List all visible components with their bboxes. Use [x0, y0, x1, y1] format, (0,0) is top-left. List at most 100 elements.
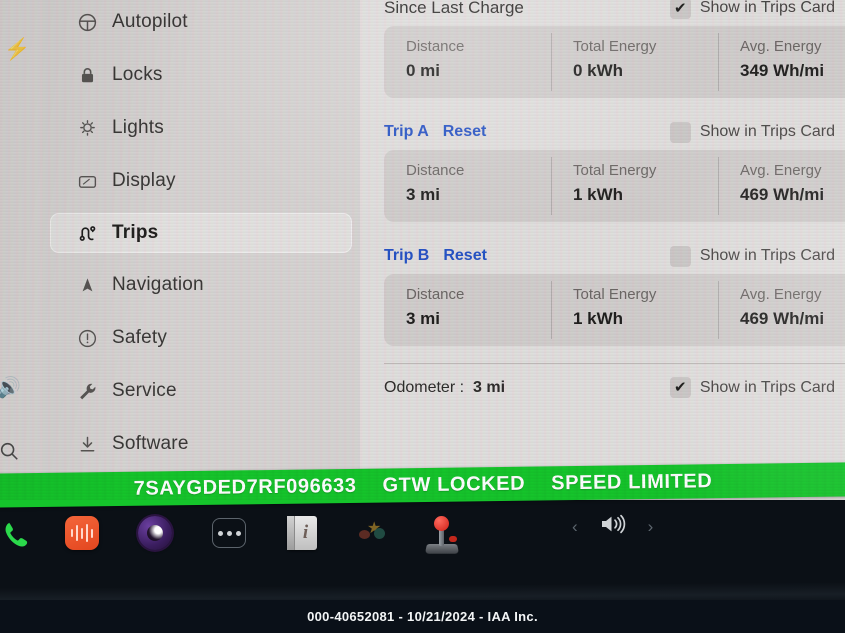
settings-sidebar: Autopilot Locks Lights Display Trips Nav…	[42, 0, 360, 500]
sidebar-item-autopilot[interactable]: Autopilot	[50, 2, 352, 42]
sidebar-item-service[interactable]: Service	[50, 371, 352, 411]
stat-value: 349 Wh/mi	[740, 61, 825, 80]
info-icon[interactable]: i	[282, 513, 322, 553]
auction-caption-bar: 000-40652081 - 10/21/2024 - IAA Inc.	[0, 600, 845, 633]
vin-text: 7SAYGDED7RF096633	[133, 474, 357, 500]
trips-route-icon	[72, 223, 102, 244]
sidebar-item-label: Autopilot	[112, 11, 188, 32]
stat-label: Total Energy	[573, 286, 657, 303]
stat-card-trip-a: Distance 3 mi Total Energy 1 kWh Avg. En…	[384, 150, 845, 222]
sidebar-item-software[interactable]: Software	[50, 424, 352, 464]
arcade-icon[interactable]	[422, 513, 462, 557]
alert-circle-icon	[72, 328, 102, 349]
sidebar-item-navigation[interactable]: Navigation	[50, 265, 352, 305]
lightning-bolt-icon: ⚡	[4, 38, 31, 61]
stat-distance: Distance 0 mi	[384, 26, 551, 98]
stat-value: 3 mi	[406, 309, 441, 328]
stat-label: Total Energy	[573, 38, 657, 55]
stat-label: Total Energy	[573, 162, 657, 179]
stat-label: Distance	[406, 162, 465, 179]
stat-total-energy: Total Energy 1 kWh	[551, 274, 718, 346]
audio-icon[interactable]	[62, 513, 102, 553]
lock-icon	[72, 66, 102, 85]
camera-icon[interactable]	[135, 513, 175, 553]
checkbox-unchecked-icon[interactable]: ✔	[669, 245, 691, 267]
show-in-trips-card-label: Show in Trips Card	[699, 378, 835, 396]
sidebar-item-safety[interactable]: Safety	[50, 318, 352, 358]
navigation-arrow-icon	[72, 276, 102, 295]
caption-text: 000-40652081 - 10/21/2024 - IAA Inc.	[307, 609, 538, 624]
phone-icon[interactable]	[0, 513, 34, 557]
speed-limited-status: SPEED LIMITED	[551, 469, 713, 494]
stat-value: 0 mi	[406, 61, 441, 80]
lightbulb-icon	[72, 118, 102, 139]
stat-value: 1 kWh	[573, 309, 624, 328]
display-icon	[72, 171, 102, 192]
stat-distance: Distance 3 mi	[384, 150, 551, 222]
show-in-trips-card-label: Show in Trips Card	[699, 0, 835, 16]
stat-label: Avg. Energy	[740, 286, 822, 303]
waveform-icon	[70, 524, 94, 542]
stat-total-energy: Total Energy 0 kWh	[551, 26, 718, 98]
section-header-trip-b: Trip B Reset ✔ Show in Trips Card	[384, 244, 845, 268]
trip-b-reset-button[interactable]: Reset	[443, 247, 487, 265]
sidebar-item-label: Display	[112, 170, 176, 191]
section-header-since-last-charge: Since Last Charge ✔ Show in Trips Card	[384, 0, 845, 20]
checkbox-checked-icon[interactable]: ✔	[669, 0, 691, 19]
wrench-icon	[72, 381, 102, 402]
vehicle-touchscreen: ⚡ 🔊 Autopilot Locks Lights Display Trips…	[0, 0, 845, 500]
sidebar-item-label: Lights	[112, 117, 164, 138]
checkbox-checked-icon[interactable]: ✔	[669, 377, 691, 398]
stat-label: Distance	[406, 286, 465, 303]
stat-value: 3 mi	[406, 185, 441, 204]
stat-avg-energy: Avg. Energy 349 Wh/mi	[718, 26, 845, 98]
sidebar-item-display[interactable]: Display	[50, 161, 352, 201]
stat-value: 469 Wh/mi	[740, 309, 825, 328]
trips-panel: Since Last Charge ✔ Show in Trips Card D…	[360, 0, 845, 500]
stat-distance: Distance 3 mi	[384, 274, 551, 346]
checkbox-unchecked-icon[interactable]: ✔	[669, 121, 691, 143]
sidebar-item-label: Service	[112, 380, 177, 401]
speaker-icon[interactable]	[598, 512, 628, 541]
download-icon	[72, 434, 102, 455]
stat-card-since-last-charge: Distance 0 mi Total Energy 0 kWh Avg. En…	[384, 26, 845, 98]
stat-value: 1 kWh	[573, 185, 624, 204]
sidebar-item-lights[interactable]: Lights	[50, 108, 352, 148]
search-icon[interactable]	[0, 440, 20, 468]
sidebar-item-label: Navigation	[112, 274, 204, 295]
show-in-trips-card-label: Show in Trips Card	[699, 247, 835, 264]
stat-avg-energy: Avg. Energy 469 Wh/mi	[718, 274, 845, 346]
gtw-locked-status: GTW LOCKED	[382, 472, 526, 497]
more-icon[interactable]	[209, 513, 249, 553]
toybox-icon[interactable]: ★	[354, 513, 394, 553]
chevron-left-icon[interactable]: ‹	[572, 517, 578, 537]
sidebar-item-trips[interactable]: Trips	[50, 213, 352, 253]
sidebar-item-label: Software	[112, 433, 189, 454]
show-in-trips-card-toggle[interactable]: ✔ Show in Trips Card	[669, 121, 835, 143]
stat-total-energy: Total Energy 1 kWh	[551, 150, 718, 222]
sidebar-item-locks[interactable]: Locks	[50, 55, 352, 95]
stat-value: 0 kWh	[573, 61, 624, 80]
speaker-icon[interactable]: 🔊	[0, 375, 21, 400]
sidebar-item-label: Trips	[112, 222, 159, 243]
show-in-trips-card-toggle[interactable]: ✔ Show in Trips Card	[669, 245, 835, 267]
volume-control: ‹ ›	[572, 512, 653, 541]
chevron-right-icon[interactable]: ›	[648, 517, 654, 537]
trip-a-reset-button[interactable]: Reset	[443, 123, 487, 141]
show-in-trips-card-toggle[interactable]: ✔ Show in Trips Card	[669, 377, 835, 398]
stat-avg-energy: Avg. Energy 469 Wh/mi	[718, 150, 845, 222]
sidebar-item-label: Locks	[112, 64, 163, 85]
trip-a-title[interactable]: Trip A	[384, 123, 429, 141]
show-in-trips-card-label: Show in Trips Card	[699, 123, 835, 140]
stat-label: Distance	[406, 38, 465, 55]
sidebar-item-label: Safety	[112, 327, 168, 348]
section-header-trip-a: Trip A Reset ✔ Show in Trips Card	[384, 120, 845, 144]
odometer-value: 3 mi	[473, 378, 506, 396]
show-in-trips-card-toggle[interactable]: ✔ Show in Trips Card	[669, 0, 835, 19]
stat-label: Avg. Energy	[740, 162, 822, 179]
stat-value: 469 Wh/mi	[740, 185, 825, 204]
stat-card-trip-b: Distance 3 mi Total Energy 1 kWh Avg. En…	[384, 274, 845, 346]
trip-b-title[interactable]: Trip B	[384, 247, 429, 265]
screenshot-root: ⚡ 🔊 Autopilot Locks Lights Display Trips…	[0, 0, 845, 633]
odometer-label: Odometer :	[384, 378, 465, 396]
